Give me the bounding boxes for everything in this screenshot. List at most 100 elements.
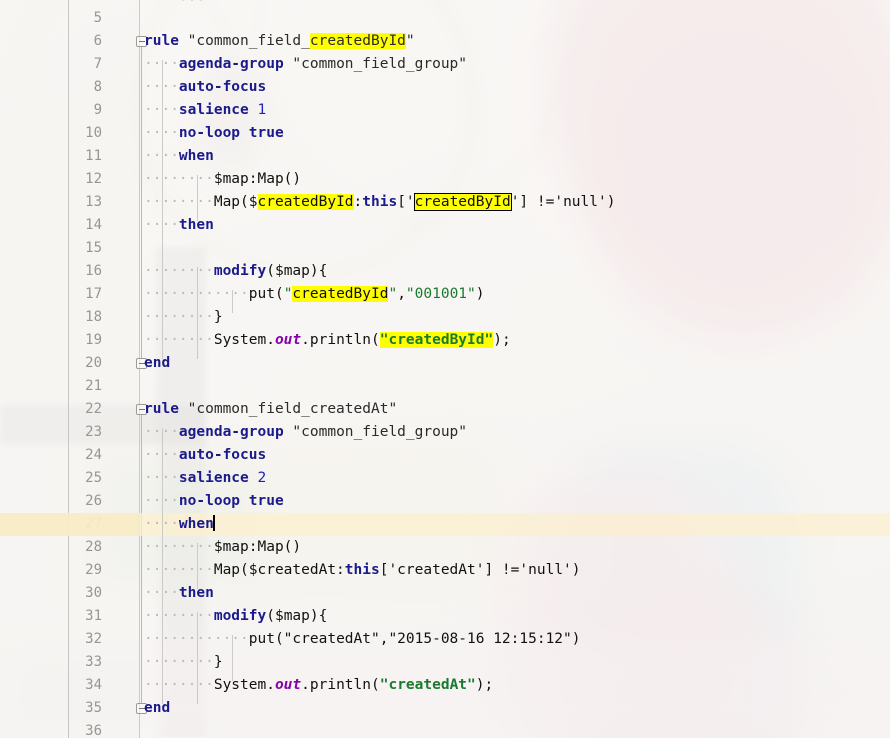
code-token: out (274, 332, 302, 348)
code-line[interactable]: rule "common_field_createdAt" (140, 398, 890, 421)
code-line[interactable]: ····when (140, 145, 890, 168)
code-token: : (353, 194, 363, 210)
code-token: end (144, 700, 171, 716)
code-line[interactable]: ········System.out.println("createdAt"); (140, 674, 890, 697)
code-line[interactable]: ····no-loop true (140, 490, 890, 513)
code-token: ['createdAt'] !='null') (379, 562, 581, 578)
code-token: 2 (257, 470, 267, 486)
code-line[interactable]: ········$map:Map() (140, 168, 890, 191)
code-line[interactable]: ········$map:Map() (140, 536, 890, 559)
code-line[interactable]: ····when (0, 513, 890, 536)
code-token: true (248, 125, 284, 141)
code-token: no-loop (178, 493, 241, 509)
code-token: Map($createdAt: (213, 562, 345, 578)
text-caret (212, 515, 215, 531)
indent-guide (162, 428, 163, 704)
code-content[interactable]: rule "common_field_createdById"····agend… (0, 7, 890, 738)
code-token: when (178, 516, 214, 532)
editor-gutter[interactable]: 5 6 7 8 9 10 11 12 13 14 15 16 17 18 19 20 21 22 23 24 25 26 2… (0, 0, 147, 738)
code-token: "001001" (405, 286, 476, 302)
code-token: 1 (257, 102, 267, 118)
code-line[interactable]: ····auto-focus (140, 76, 890, 99)
code-token: createdById (413, 193, 512, 211)
code-token: "common_field_group" (292, 424, 468, 440)
code-token: put( (248, 286, 284, 302)
code-line[interactable] (140, 375, 890, 398)
fold-marker-column[interactable] (0, 0, 147, 738)
code-token: rule (144, 401, 179, 417)
code-token: " (405, 33, 415, 49)
current-line-gutter-highlight (0, 513, 140, 536)
code-token: rule (144, 33, 179, 49)
code-token: this (344, 562, 380, 578)
indent-guide (197, 612, 198, 704)
code-token: .println( (301, 332, 380, 348)
code-line[interactable]: ····then (140, 582, 890, 605)
code-token: ); (493, 332, 511, 348)
code-token: when (178, 148, 214, 164)
code-line[interactable]: ····auto-focus (140, 444, 890, 467)
code-line[interactable]: ····then (140, 214, 890, 237)
code-token: , (397, 286, 406, 302)
code-line[interactable]: ············put("createdById","001001") (140, 283, 890, 306)
whitespace-indent-marker: ········ (144, 562, 214, 578)
code-line[interactable]: ········} (140, 306, 890, 329)
code-token: modify (213, 608, 267, 624)
code-line[interactable]: ········Map($createdById:this['createdBy… (140, 191, 890, 214)
code-token: salience (178, 102, 249, 118)
code-line[interactable]: end (140, 697, 890, 720)
indent-guide (162, 60, 163, 359)
code-token: ) (475, 286, 485, 302)
code-token: $map:Map() (213, 171, 302, 187)
whitespace-indent-marker: ········ (144, 171, 214, 187)
code-line[interactable] (140, 720, 890, 738)
code-token: ($map){ (266, 263, 328, 279)
indent-guide (197, 543, 198, 589)
code-token: } (213, 654, 223, 670)
code-token: auto-focus (178, 447, 267, 463)
code-line[interactable]: ····salience 2 (140, 467, 890, 490)
code-line[interactable] (140, 7, 890, 30)
code-token: "common_field_ (187, 33, 310, 49)
code-line[interactable]: ····agenda-group "common_field_group" (140, 53, 890, 76)
code-line[interactable]: ········System.out.println("createdById"… (140, 329, 890, 352)
code-token: "createdAt" (379, 677, 476, 693)
code-line[interactable]: ········Map($createdAt:this['createdAt']… (140, 559, 890, 582)
code-token: $map:Map() (213, 539, 302, 555)
code-token: auto-focus (178, 79, 267, 95)
code-line[interactable]: ········modify($map){ (140, 260, 890, 283)
code-token: " (388, 286, 398, 302)
whitespace-indent-marker: ········ (144, 309, 214, 325)
code-token: } (213, 309, 223, 325)
code-line[interactable] (140, 237, 890, 260)
code-token: System. (213, 677, 275, 693)
code-token: '] !='null') (510, 194, 616, 210)
code-line[interactable]: end (140, 352, 890, 375)
whitespace-indent-marker: ········ (144, 677, 214, 693)
code-editor[interactable]: ... 567891011121314151617181920212223242… (0, 0, 890, 738)
code-token: createdById (292, 286, 389, 302)
whitespace-indent-marker: ········ (144, 194, 214, 210)
code-token: System. (213, 332, 275, 348)
code-token: out (274, 677, 302, 693)
whitespace-indent-marker: ········ (144, 539, 214, 555)
code-line[interactable]: ········modify($map){ (140, 605, 890, 628)
code-line[interactable]: rule "common_field_createdById" (140, 30, 890, 53)
code-token: put("createdAt","2015-08-16 12:15:12") (248, 631, 581, 647)
code-line[interactable]: ········} (140, 651, 890, 674)
code-token: "createdById" (379, 332, 494, 348)
code-line[interactable]: ····agenda-group "common_field_group" (140, 421, 890, 444)
code-line[interactable]: ····salience 1 (140, 99, 890, 122)
code-token: true (248, 493, 284, 509)
code-token: end (144, 355, 171, 371)
code-token: ); (475, 677, 494, 693)
code-line[interactable]: ············put("createdAt","2015-08-16 … (140, 628, 890, 651)
whitespace-indent-marker: ········ (144, 654, 214, 670)
code-token: .println( (301, 677, 380, 693)
code-token: agenda-group (178, 424, 284, 440)
indent-guide (197, 267, 198, 359)
code-line[interactable]: ····no-loop true (140, 122, 890, 145)
